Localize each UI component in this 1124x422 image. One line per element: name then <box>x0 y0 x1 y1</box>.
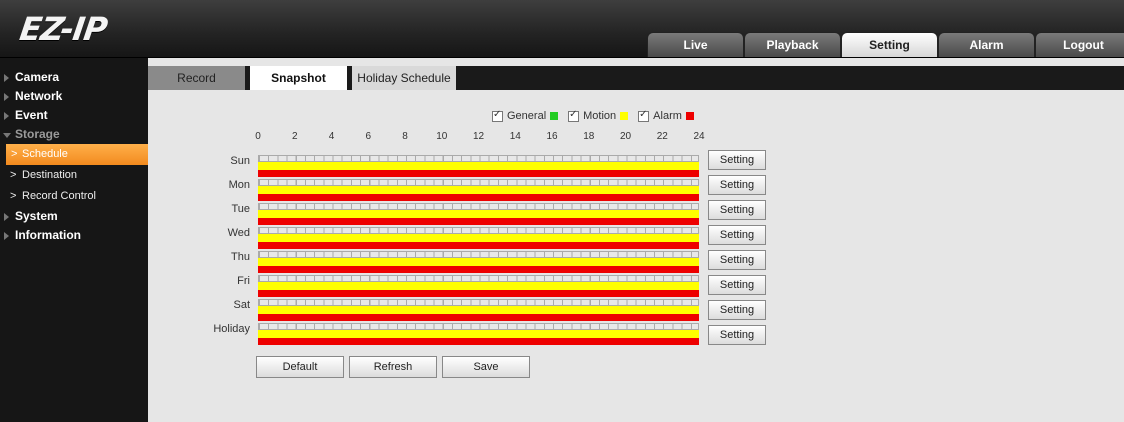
day-label: Tue <box>231 203 250 215</box>
expand-arrow-icon <box>4 74 9 82</box>
schedule-bar-thu[interactable] <box>258 251 699 273</box>
hour-label: 20 <box>619 131 632 142</box>
tab-record[interactable]: Record <box>148 66 245 90</box>
hour-label: 8 <box>402 131 408 142</box>
sidebar-subitem-label: Destination <box>22 169 78 181</box>
hour-label: 2 <box>291 131 298 142</box>
day-label: Holiday <box>213 323 250 335</box>
sidebar-item-label: Storage <box>15 127 60 141</box>
motion-checkbox[interactable] <box>568 109 580 122</box>
legend-motion-label: Motion <box>583 110 617 122</box>
schedule-bar-sun[interactable] <box>258 155 699 177</box>
day-label: Sat <box>233 299 250 311</box>
legend-general-label: General <box>507 110 547 122</box>
setting-button-fri[interactable]: Setting <box>708 275 766 295</box>
setting-button-tue[interactable]: Setting <box>708 200 766 220</box>
schedule-legend: General Motion Alarm <box>492 109 704 122</box>
sidebar-item-label: Network <box>15 89 63 103</box>
day-label: Sun <box>230 155 250 167</box>
hour-label: 12 <box>472 131 485 142</box>
default-button[interactable]: Default <box>256 356 344 378</box>
tab-snapshot[interactable]: Snapshot <box>250 66 347 90</box>
alarm-color-swatch <box>685 112 694 120</box>
setting-button-sat[interactable]: Setting <box>708 300 766 320</box>
expand-arrow-icon <box>4 112 9 120</box>
schedule-bar-tue[interactable] <box>258 203 699 225</box>
hour-label: 10 <box>436 131 448 142</box>
expand-arrow-icon <box>4 213 9 221</box>
hour-label: 16 <box>546 131 558 142</box>
legend-alarm-label: Alarm <box>653 110 682 122</box>
sidebar: Camera Network Event Storage > Schedule >… <box>0 58 148 422</box>
motion-color-swatch <box>620 112 629 120</box>
refresh-button[interactable]: Refresh <box>349 356 437 378</box>
sidebar-subitem-destination[interactable]: > Destination <box>0 165 148 186</box>
nav-tab-alarm[interactable]: Alarm <box>938 32 1035 57</box>
nav-tab-live[interactable]: Live <box>647 32 744 57</box>
setting-button-holiday[interactable]: Setting <box>708 325 766 345</box>
main-nav: Live Playback Setting Alarm Logout <box>647 32 1124 57</box>
expand-arrow-icon <box>4 232 9 240</box>
expand-arrow-icon <box>4 93 9 101</box>
nav-tab-playback[interactable]: Playback <box>744 32 841 57</box>
sidebar-subitem-record-control[interactable]: > Record Control <box>0 186 148 207</box>
sidebar-item-network[interactable]: Network <box>0 87 148 106</box>
setting-button-wed[interactable]: Setting <box>708 225 766 245</box>
save-button[interactable]: Save <box>442 356 530 378</box>
day-label: Mon <box>228 179 250 191</box>
hour-label: 22 <box>656 131 668 142</box>
general-checkbox[interactable] <box>492 109 503 122</box>
chevron-right-icon: > <box>10 169 17 181</box>
day-label: Fri <box>237 275 250 287</box>
sidebar-item-label: Event <box>15 108 48 122</box>
alarm-checkbox[interactable] <box>638 109 650 122</box>
sidebar-item-label: Camera <box>15 70 60 84</box>
hour-label: 24 <box>693 131 705 142</box>
setting-button-mon[interactable]: Setting <box>708 175 766 195</box>
sidebar-item-event[interactable]: Event <box>0 106 148 125</box>
hour-label: 4 <box>328 131 335 142</box>
schedule-bar-fri[interactable] <box>258 275 699 297</box>
top-bar: EZ-IP Live Playback Setting Alarm Logout <box>0 0 1124 58</box>
hour-label: 6 <box>365 131 372 142</box>
sidebar-item-camera[interactable]: Camera <box>0 68 148 87</box>
sidebar-subitem-label: Record Control <box>22 190 96 202</box>
brand-logo: EZ-IP <box>17 10 110 48</box>
collapse-arrow-icon <box>3 133 11 138</box>
sidebar-subitem-label: Schedule <box>22 148 68 160</box>
hour-label: 0 <box>255 131 261 142</box>
sub-tab-bar: Record Snapshot Holiday Schedule <box>148 66 1124 90</box>
sidebar-item-label: Information <box>15 228 81 242</box>
hour-label: 18 <box>583 131 595 142</box>
tab-holiday-schedule[interactable]: Holiday Schedule <box>352 66 456 90</box>
general-color-swatch <box>550 112 559 120</box>
chevron-right-icon: > <box>10 190 17 202</box>
setting-button-sun[interactable]: Setting <box>708 150 766 170</box>
sidebar-item-label: System <box>15 209 58 223</box>
schedule-bar-wed[interactable] <box>258 227 699 249</box>
day-label: Thu <box>231 251 250 263</box>
chevron-right-icon: > <box>11 148 18 160</box>
nav-tab-logout[interactable]: Logout <box>1035 32 1124 57</box>
sidebar-subitem-schedule[interactable]: > Schedule <box>6 144 148 165</box>
schedule-bar-holiday[interactable] <box>258 323 699 345</box>
sidebar-item-storage[interactable]: Storage <box>0 125 148 144</box>
sidebar-item-system[interactable]: System <box>0 207 148 226</box>
schedule-bar-mon[interactable] <box>258 179 699 201</box>
day-label: Wed <box>227 227 250 239</box>
hour-label: 14 <box>509 131 521 142</box>
main-content: Record Snapshot Holiday Schedule General… <box>148 58 1124 422</box>
sidebar-item-information[interactable]: Information <box>0 226 148 245</box>
schedule-bar-sat[interactable] <box>258 299 699 321</box>
setting-button-thu[interactable]: Setting <box>708 250 766 270</box>
nav-tab-setting[interactable]: Setting <box>841 32 938 57</box>
